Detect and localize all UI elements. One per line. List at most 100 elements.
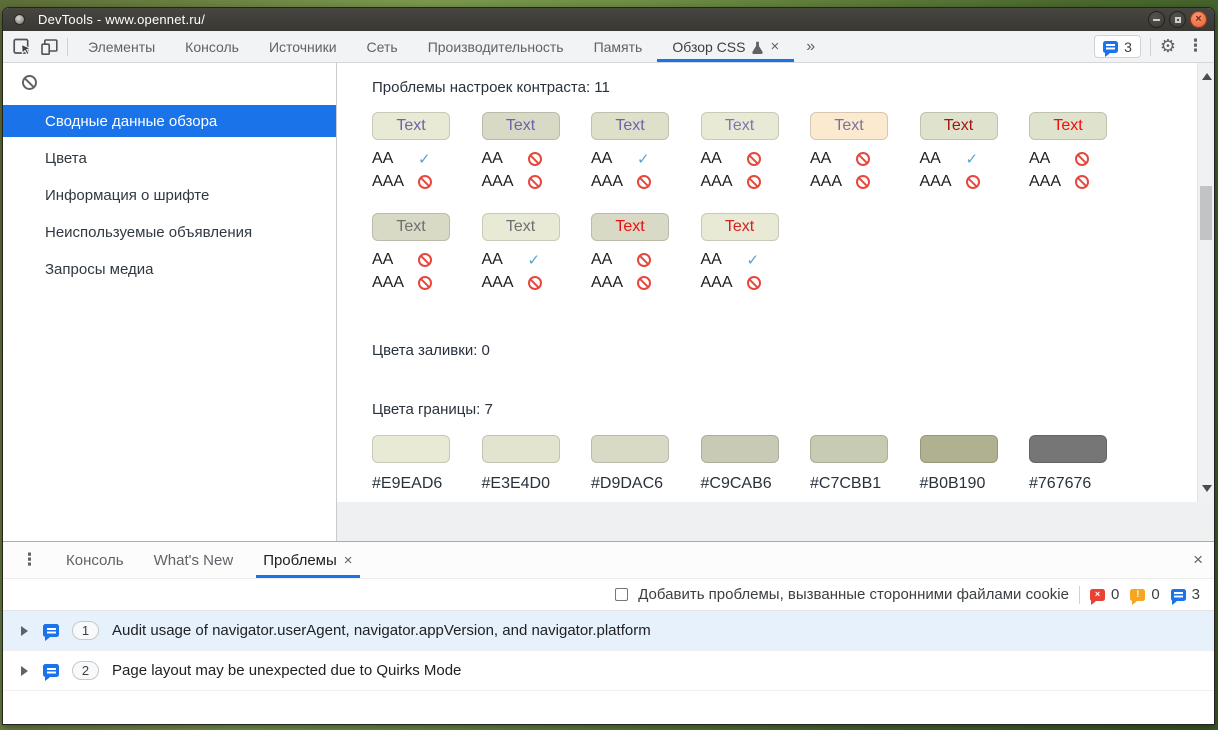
contrast-aaa-row: AAA: [1029, 172, 1139, 192]
contrast-swatch[interactable]: Text: [591, 213, 669, 241]
issue-badge-message[interactable]: 3: [1171, 586, 1200, 603]
contrast-fail-block-icon: [528, 152, 542, 166]
sidebar-item[interactable]: Сводные данные обзора: [3, 105, 336, 137]
issue-badge-error[interactable]: ×0: [1090, 586, 1119, 603]
drawer-close-button[interactable]: ×: [1193, 551, 1203, 568]
error-bubble-icon: ×: [1090, 589, 1105, 601]
contrast-swatch[interactable]: Text: [810, 112, 888, 140]
border-color-hex: #D9DAC6: [591, 475, 701, 493]
sidebar-item[interactable]: Неиспользуемые объявления: [3, 216, 336, 248]
window-titlebar[interactable]: DevTools - www.opennet.ru/ ×: [3, 8, 1214, 31]
border-color-swatch[interactable]: [372, 435, 450, 463]
border-color-swatch[interactable]: [701, 435, 779, 463]
aa-label: AA: [920, 150, 966, 168]
contrast-swatch[interactable]: Text: [591, 112, 669, 140]
sidebar-item[interactable]: Информация о шрифте: [3, 179, 336, 211]
expand-arrow-icon[interactable]: [21, 626, 28, 636]
contrast-swatch[interactable]: Text: [1029, 112, 1107, 140]
aa-label: AA: [372, 251, 418, 269]
aaa-label: AAA: [591, 173, 637, 191]
contrast-swatch[interactable]: Text: [701, 112, 779, 140]
window-menu-icon[interactable]: [14, 14, 25, 25]
devtools-tabbar: ЭлементыКонсольИсточникиСетьПроизводител…: [3, 31, 1214, 63]
border-color-swatch[interactable]: [920, 435, 998, 463]
contrast-grid: TextAA✓AAATextAAAAATextAA✓AAATextAAAAATe…: [372, 112, 1197, 293]
issue-row[interactable]: 1Audit usage of navigator.userAgent, nav…: [3, 611, 1214, 651]
issues-list: 1Audit usage of navigator.userAgent, nav…: [3, 611, 1214, 724]
tab-close-icon[interactable]: ×: [770, 39, 779, 54]
contrast-fail-block-icon: [856, 175, 870, 189]
scroll-up-arrow[interactable]: [1202, 73, 1212, 80]
issue-badge-warning[interactable]: !0: [1130, 586, 1159, 603]
more-tabs-button[interactable]: »: [794, 31, 827, 62]
border-color-hex: #E9EAD6: [372, 475, 482, 493]
contrast-swatch[interactable]: Text: [372, 213, 450, 241]
kebab-menu-button[interactable]: ⋮: [1185, 38, 1206, 55]
settings-gear-icon[interactable]: ⚙: [1160, 38, 1176, 56]
tab-close-icon[interactable]: ×: [344, 553, 353, 568]
issue-badges: ×0 !0 3: [1090, 586, 1200, 603]
border-color-swatch[interactable]: [482, 435, 560, 463]
contrast-aaa-row: AAA: [810, 172, 920, 192]
inspect-element-icon[interactable]: [13, 38, 32, 55]
contrast-aaa-row: AAA: [482, 273, 592, 293]
border-color-hex: #B0B190: [920, 475, 1030, 493]
fill-colors-title: Цвета заливки: 0: [372, 342, 1197, 359]
css-overview-sidebar: Сводные данные обзора Цвета Информация о ш…: [3, 63, 337, 541]
contrast-fail-block-icon: [747, 175, 761, 189]
devtools-tab[interactable]: Сеть: [352, 31, 413, 62]
aaa-label: AAA: [482, 173, 528, 191]
sidebar-nav: Сводные данные обзора Цвета Информация о ш…: [3, 105, 336, 285]
contrast-swatch[interactable]: Text: [482, 112, 560, 140]
contrast-swatch[interactable]: Text: [920, 112, 998, 140]
aaa-label: AAA: [920, 173, 966, 191]
content-scrollbar[interactable]: [1197, 63, 1214, 502]
sidebar-item[interactable]: Цвета: [3, 142, 336, 174]
aa-label: AA: [482, 251, 528, 269]
cookie-issues-checkbox[interactable]: [615, 588, 628, 601]
overview-card: Проблемы настроек контраста: 11 TextAA✓A…: [337, 63, 1197, 502]
devtools-tab[interactable]: Консоль: [170, 31, 254, 62]
bubble-lines: [1106, 44, 1115, 46]
issue-count-pill: 2: [72, 661, 99, 680]
scroll-thumb[interactable]: [1200, 186, 1212, 240]
warning-glyph: !: [1136, 590, 1139, 599]
warning-bubble-icon: !: [1130, 589, 1145, 601]
devtools-tab[interactable]: Память: [579, 31, 658, 62]
contrast-swatch[interactable]: Text: [482, 213, 560, 241]
drawer-tab[interactable]: What's New: [139, 542, 249, 578]
sidebar-item[interactable]: Запросы медиа: [3, 253, 336, 285]
contrast-aa-row: AA: [591, 250, 701, 270]
device-toolbar-icon[interactable]: [41, 39, 58, 55]
drawer-tab-issues[interactable]: Проблемы ×: [248, 542, 367, 578]
contrast-swatch-cell: TextAA✓AAA: [591, 112, 701, 192]
drawer-tab[interactable]: Консоль: [51, 542, 139, 578]
issue-row[interactable]: 2Page layout may be unexpected due to Qu…: [3, 651, 1214, 691]
devtools-tab[interactable]: Элементы: [73, 31, 170, 62]
devtools-tab[interactable]: Источники: [254, 31, 352, 62]
border-color-swatch[interactable]: [810, 435, 888, 463]
aaa-label: AAA: [1029, 173, 1075, 191]
border-color-swatch[interactable]: [591, 435, 669, 463]
message-bubble-icon: [43, 664, 59, 677]
minimize-button[interactable]: [1148, 11, 1165, 28]
contrast-swatch[interactable]: Text: [701, 213, 779, 241]
devtools-tab[interactable]: Производительность: [413, 31, 579, 62]
tab-css-overview[interactable]: Обзор CSS ×: [657, 31, 794, 62]
contrast-aa-row: AA✓: [701, 250, 811, 270]
close-button[interactable]: ×: [1190, 11, 1207, 28]
expand-arrow-icon[interactable]: [21, 666, 28, 676]
contrast-fail-block-icon: [1075, 152, 1089, 166]
issues-counter-button[interactable]: 3: [1094, 35, 1141, 58]
border-color-swatch[interactable]: [1029, 435, 1107, 463]
aaa-label: AAA: [810, 173, 856, 191]
message-bubble-icon: [1103, 41, 1118, 53]
contrast-swatch-cell: TextAA✓AAA: [372, 112, 482, 192]
drawer-kebab-menu-button[interactable]: ⋮: [3, 542, 51, 578]
aaa-label: AAA: [591, 274, 637, 292]
maximize-button[interactable]: [1169, 11, 1186, 28]
clear-overview-icon[interactable]: [22, 75, 37, 90]
scroll-down-arrow[interactable]: [1202, 485, 1212, 492]
contrast-pass-check-icon: ✓: [637, 150, 650, 168]
contrast-swatch[interactable]: Text: [372, 112, 450, 140]
